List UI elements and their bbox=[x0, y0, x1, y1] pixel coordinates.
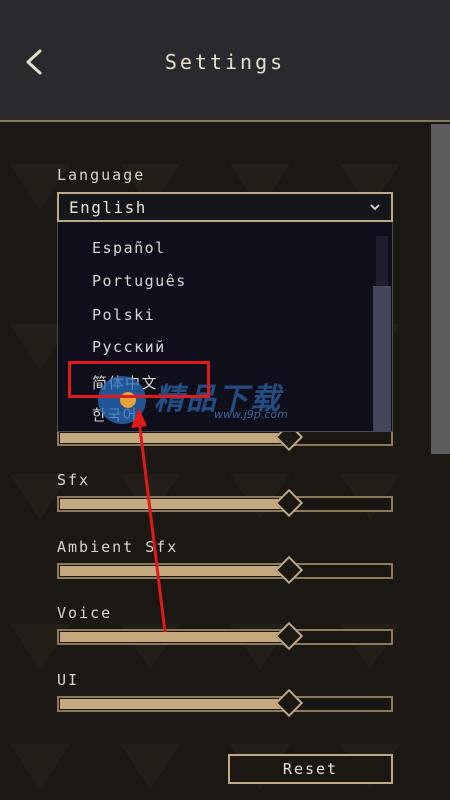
highlight-box bbox=[68, 361, 210, 398]
language-dropdown-list[interactable]: Español Português Polski Русский 简体中文 한국… bbox=[57, 222, 393, 432]
language-option[interactable]: Español bbox=[92, 239, 166, 257]
language-option[interactable]: 한국어 bbox=[92, 404, 138, 425]
language-option[interactable]: Português bbox=[92, 272, 187, 290]
language-option[interactable]: Русский bbox=[92, 338, 166, 356]
header-bar: Settings bbox=[0, 0, 450, 122]
dropdown-scrollbar[interactable] bbox=[373, 286, 391, 431]
page-title: Settings bbox=[164, 50, 286, 74]
page-scrollbar[interactable] bbox=[431, 124, 450, 454]
dropdown-scroll-track bbox=[376, 236, 388, 286]
language-option[interactable]: Polski bbox=[92, 306, 155, 324]
